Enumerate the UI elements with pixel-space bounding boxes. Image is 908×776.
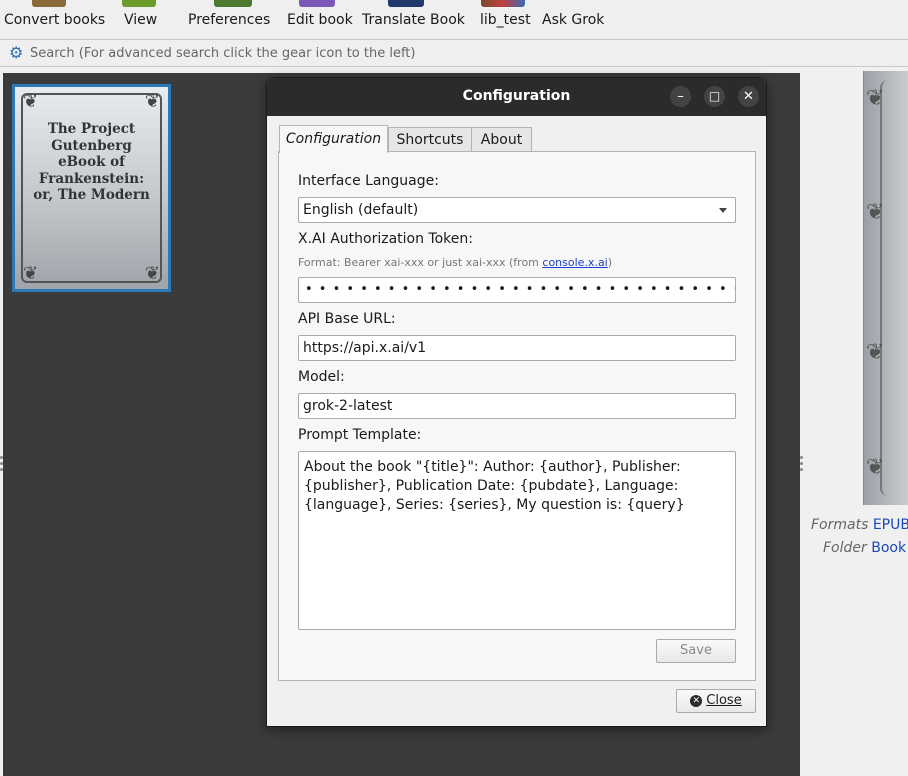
- lib-test-icon: [481, 0, 525, 7]
- interface-language-value: English (default): [303, 202, 419, 218]
- formats-link[interactable]: EPUB: [873, 517, 908, 533]
- main-toolbar: Convert books View Preferences Edit book…: [0, 0, 908, 40]
- token-label: X.AI Authorization Token:: [298, 231, 473, 247]
- edit-book-button[interactable]: Edit book: [285, 0, 353, 40]
- token-value: • • • • • • • • • • • • • • • • • • • • …: [305, 282, 735, 297]
- cover-ornament-icon: ❦: [23, 263, 39, 284]
- cover-ornament-icon: ❦: [144, 263, 160, 284]
- view-label: View: [124, 12, 158, 28]
- api-base-field[interactable]: https://api.x.ai/v1: [298, 335, 736, 361]
- convert-books-button[interactable]: Convert books: [0, 0, 105, 40]
- translate-book-label: Translate Book: [362, 12, 465, 28]
- save-button[interactable]: Save: [656, 639, 736, 663]
- dialog-titlebar[interactable]: Configuration – □ ✕: [267, 78, 766, 116]
- book-cover-title: The Project Gutenberg eBook of Frankenst…: [33, 121, 150, 203]
- lib-test-label: lib_test: [480, 12, 531, 28]
- translate-book-icon: [388, 0, 424, 7]
- preferences-label: Preferences: [188, 12, 271, 28]
- ask-grok-label: Ask Grok: [542, 12, 605, 28]
- cover-ornament-icon: ❦: [866, 86, 885, 111]
- splitter-handle-left[interactable]: [0, 456, 4, 480]
- tab-shortcuts[interactable]: Shortcuts: [388, 127, 472, 152]
- api-base-label: API Base URL:: [298, 311, 396, 327]
- minimize-icon[interactable]: –: [670, 86, 691, 107]
- cover-ornament-icon: ❦: [23, 91, 39, 112]
- cover-ornament-icon: ❦: [866, 455, 885, 480]
- tab-about[interactable]: About: [471, 127, 532, 152]
- model-field[interactable]: grok-2-latest: [298, 393, 736, 419]
- folder-row: Folder Book: [823, 540, 906, 556]
- convert-books-icon: [32, 0, 66, 7]
- lib-test-button[interactable]: lib_test: [478, 0, 531, 40]
- cover-ornament-icon: ❦: [866, 340, 885, 365]
- translate-book-button[interactable]: Translate Book: [360, 0, 465, 40]
- cover-ornament-icon: ❦: [144, 91, 160, 112]
- model-value: grok-2-latest: [303, 398, 393, 414]
- gear-icon[interactable]: ⚙: [9, 45, 25, 61]
- ask-grok-button[interactable]: Ask Grok: [540, 0, 604, 40]
- edit-book-icon: [299, 0, 335, 7]
- model-label: Model:: [298, 369, 345, 385]
- preferences-button[interactable]: Preferences: [186, 0, 270, 40]
- folder-link[interactable]: Book: [871, 540, 906, 556]
- token-hint: Format: Bearer xai-xxx or just xai-xxx (…: [298, 256, 612, 269]
- token-field[interactable]: • • • • • • • • • • • • • • • • • • • • …: [298, 277, 736, 303]
- api-base-value: https://api.x.ai/v1: [303, 340, 427, 356]
- close-icon: ✕: [690, 695, 703, 707]
- prompt-template-textarea[interactable]: About the book "{title}": Author: {autho…: [298, 451, 736, 630]
- view-button[interactable]: View: [112, 0, 168, 40]
- configuration-dialog: Configuration – □ ✕ Configuration Shortc…: [266, 77, 767, 727]
- book-details-cover-frame: [880, 80, 908, 496]
- search-input[interactable]: Search (For advanced search click the ge…: [30, 46, 415, 61]
- folder-label: Folder: [823, 540, 867, 556]
- cover-ornament-icon: ❦: [866, 200, 885, 225]
- formats-label: Formats: [811, 517, 869, 533]
- close-button[interactable]: ✕ Close: [676, 689, 756, 713]
- formats-row: Formats EPUB: [811, 517, 908, 533]
- token-hint-prefix: Format: Bearer xai-xxx or just xai-xxx (…: [298, 256, 543, 269]
- book-cover[interactable]: ❦ ❦ ❦ ❦ The Project Gutenberg eBook of F…: [12, 84, 171, 292]
- close-window-icon[interactable]: ✕: [738, 86, 759, 107]
- edit-book-label: Edit book: [287, 12, 353, 28]
- close-label: Close: [706, 693, 742, 708]
- interface-language-select[interactable]: English (default): [298, 197, 736, 223]
- search-bar: ⚙ Search (For advanced search click the …: [0, 41, 908, 67]
- token-hint-suffix: ): [607, 256, 613, 269]
- view-icon: [122, 0, 156, 7]
- prompt-template-label: Prompt Template:: [298, 427, 422, 443]
- tab-configuration[interactable]: Configuration: [279, 125, 388, 153]
- splitter-handle-right[interactable]: [800, 456, 804, 480]
- convert-books-label: Convert books: [4, 12, 106, 28]
- interface-language-label: Interface Language:: [298, 173, 439, 189]
- preferences-icon: [214, 0, 252, 7]
- maximize-icon[interactable]: □: [704, 86, 725, 107]
- dialog-title: Configuration: [462, 88, 571, 104]
- chevron-down-icon: [719, 208, 727, 213]
- console-link[interactable]: console.x.ai: [542, 256, 607, 269]
